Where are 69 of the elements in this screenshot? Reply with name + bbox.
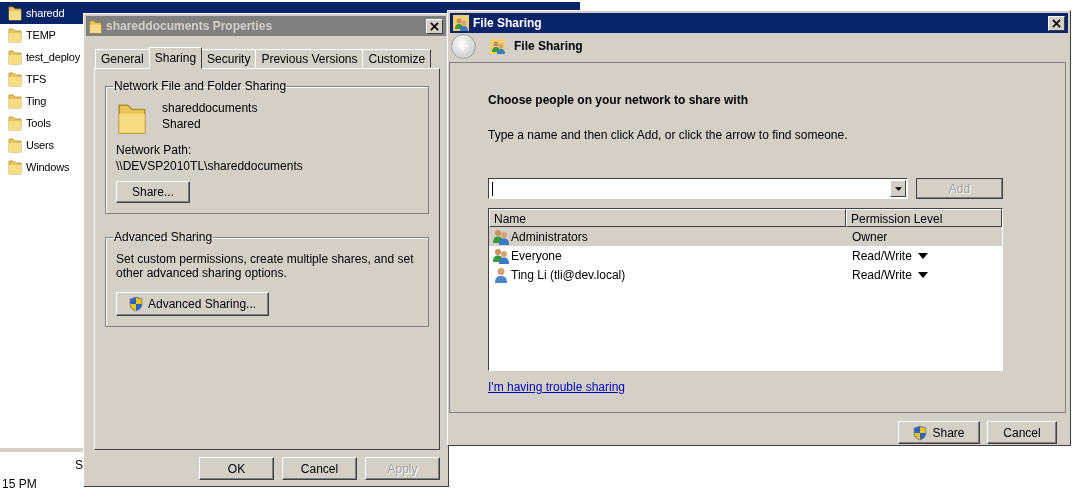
permission-level: Read/Write [852,267,912,282]
dropdown-arrow-icon[interactable] [917,271,928,278]
folder-row[interactable]: Tools [0,112,53,134]
users-icon [453,15,469,31]
folder-icon [8,115,22,131]
tab[interactable]: Security [201,49,257,68]
close-button[interactable] [1048,15,1065,31]
column-text: S [75,458,83,472]
close-icon [1052,18,1061,28]
folder-name: shareddocuments [162,101,258,115]
folder-row[interactable]: Ting [0,90,49,112]
dialog-button[interactable]: Share [898,421,980,444]
help-link[interactable]: I'm having trouble sharing [488,380,626,394]
folder-row[interactable]: TEMP [0,24,58,46]
group-heading: Network File and Folder Sharing [113,79,288,93]
users-icon [493,228,509,245]
group-heading: Advanced Sharing [113,230,214,244]
shield-icon [129,296,143,312]
column-header[interactable]: Name [489,209,846,227]
network-path: \\DEVSP2010TL\shareddocuments [116,159,304,173]
folder-row[interactable]: Users [0,134,56,156]
title-bar: File Sharing [450,13,1068,33]
tab[interactable]: General [95,49,150,68]
folder-icon [8,137,22,153]
folder-icon [8,93,22,109]
list-row[interactable]: Everyone Read/Write [489,246,1002,265]
list-row[interactable]: Administrators Owner [489,227,1002,246]
permission-level: Read/Write [852,248,912,263]
folder-row[interactable]: Windows [0,156,72,178]
folder-icon [8,27,22,43]
share-status: Shared [162,117,202,131]
folder-row[interactable]: TFS [0,68,49,90]
folder-icon [8,71,22,87]
folder-row[interactable]: test_deploy [0,46,83,68]
user-icon [493,266,509,283]
list-row[interactable]: Ting Li (tli@dev.local) Read/Write [489,265,1002,284]
tab[interactable]: Previous Versions [255,49,364,68]
dialog-button[interactable]: OK [199,457,274,480]
column-header[interactable]: Permission Level [846,209,1002,227]
path-label: Network Path: [116,143,193,157]
dropdown-arrow-icon[interactable] [917,252,928,259]
share-button[interactable]: Share... [116,181,190,203]
advanced-sharing-button[interactable]: Advanced Sharing... [116,292,270,316]
folder-icon [8,159,22,175]
dialog-button[interactable]: Cancel [987,421,1057,444]
close-icon [430,21,439,31]
caret-icon [894,186,902,191]
description: Set custom permissions, create multiple shares, and set other advanced sharing options. [116,252,415,280]
tab[interactable]: Customize [362,49,432,68]
user-name: Administrators [511,229,588,244]
page-title: File Sharing [514,39,583,53]
tab[interactable]: Sharing [148,47,203,69]
folder-icon [8,5,22,21]
title-bar: shareddocuments Properties [86,16,446,36]
users-icon [493,247,509,264]
users-icon [490,38,506,54]
heading: Choose people on your network to share with [488,93,750,107]
folder-icon [8,49,22,65]
modified-time: 15 PM [2,477,37,491]
permission-level: Owner [852,229,888,244]
name-combobox[interactable] [488,178,908,199]
folder-icon [116,101,148,135]
dialog-button[interactable]: Cancel [282,457,357,480]
close-button[interactable] [426,18,443,34]
back-arrow-icon [457,40,470,52]
user-name: Everyone [511,248,562,263]
folder-icon [89,18,102,34]
instruction-text: Type a name and then click Add, or click the arrow to find someone. [488,128,849,142]
user-name: Ting Li (tli@dev.local) [511,267,626,282]
